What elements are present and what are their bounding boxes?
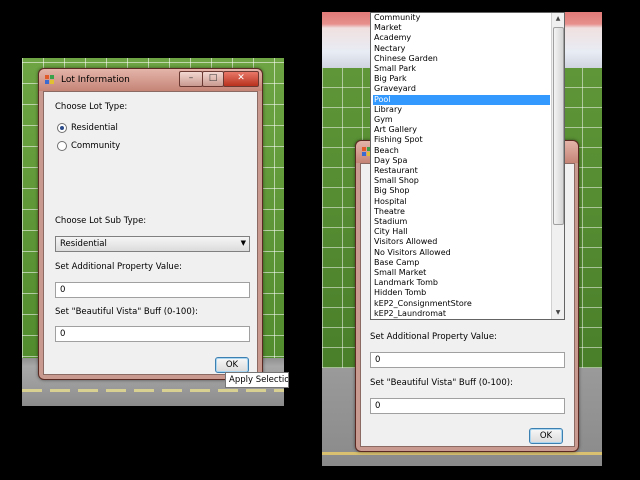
dropdown-item[interactable]: Community: [373, 13, 550, 23]
additional-value-label: Set Additional Property Value:: [55, 262, 182, 272]
dropdown-item[interactable]: Landmark Tomb: [373, 278, 550, 288]
dropdown-item[interactable]: Big Park: [373, 74, 550, 84]
scroll-down-icon[interactable]: ▼: [552, 307, 564, 319]
vista-buff-field[interactable]: 0: [370, 398, 565, 414]
scroll-up-icon[interactable]: ▲: [552, 13, 564, 25]
dropdown-item[interactable]: Day Spa: [373, 156, 550, 166]
sub-type-value: Residential: [60, 239, 107, 249]
choose-lot-type-label: Choose Lot Type:: [55, 102, 128, 112]
chevron-down-icon[interactable]: ▼: [241, 239, 246, 247]
dropdown-item[interactable]: Academy: [373, 33, 550, 43]
window-title: Lot Information: [61, 75, 130, 85]
dropdown-item[interactable]: Stadium: [373, 217, 550, 227]
dropdown-item[interactable]: Small Park: [373, 64, 550, 74]
dropdown-item[interactable]: No Visitors Allowed: [373, 248, 550, 258]
vista-buff-label: Set "Beautiful Vista" Buff (0-100):: [370, 378, 513, 388]
lot-information-window: Lot Information – □ ✕ Choose Lot Type: R…: [38, 68, 263, 380]
dropdown-item[interactable]: Base Camp: [373, 258, 550, 268]
vertical-scrollbar[interactable]: ▲ ▼: [551, 13, 564, 319]
radio-community-label[interactable]: Community: [71, 141, 120, 151]
additional-value-field[interactable]: 0: [55, 282, 250, 298]
dropdown-item[interactable]: City Hall: [373, 227, 550, 237]
close-icon[interactable]: ✕: [223, 71, 259, 87]
vista-buff-text: 0: [60, 329, 66, 339]
radio-community[interactable]: [57, 141, 67, 151]
dropdown-item[interactable]: kEP2_ConsignmentStore: [373, 299, 550, 309]
title-bar[interactable]: Lot Information – □ ✕: [39, 69, 262, 91]
dropdown-item[interactable]: Beach: [373, 146, 550, 156]
apply-selection-tooltip: Apply Selection: [225, 372, 289, 388]
minimize-icon[interactable]: –: [179, 71, 203, 87]
dropdown-item[interactable]: Pool: [373, 94, 550, 105]
road-marking: [22, 389, 284, 392]
ok-button[interactable]: OK: [215, 357, 249, 373]
additional-value-label: Set Additional Property Value:: [370, 332, 497, 342]
sub-type-dropdown-list[interactable]: Community Market Academy Nectary Chinese Gar…: [370, 12, 565, 320]
dropdown-item[interactable]: Graveyard: [373, 84, 550, 94]
dropdown-item[interactable]: Art Gallery: [373, 125, 550, 135]
app-icon: [45, 75, 55, 85]
sub-type-select[interactable]: Residential ▼: [55, 236, 250, 252]
dropdown-item[interactable]: Small Shop: [373, 176, 550, 186]
dialog-client-area: Choose Lot Type: Residential Community C…: [43, 91, 258, 375]
dropdown-item[interactable]: Small Market: [373, 268, 550, 278]
radio-residential-label[interactable]: Residential: [71, 123, 118, 133]
vista-buff-field[interactable]: 0: [55, 326, 250, 342]
dropdown-item[interactable]: Hidden Tomb: [373, 288, 550, 298]
ok-button[interactable]: OK: [529, 428, 563, 444]
dropdown-item[interactable]: Theatre: [373, 207, 550, 217]
dropdown-item[interactable]: Visitors Allowed: [373, 237, 550, 247]
dropdown-item[interactable]: Big Shop: [373, 186, 550, 196]
scroll-thumb[interactable]: [553, 27, 564, 225]
vista-buff-label: Set "Beautiful Vista" Buff (0-100):: [55, 307, 198, 317]
additional-value-text: 0: [60, 285, 66, 295]
dropdown-item[interactable]: Nectary: [373, 44, 550, 54]
dropdown-item[interactable]: Market: [373, 23, 550, 33]
maximize-icon[interactable]: □: [202, 71, 224, 87]
radio-residential[interactable]: [57, 123, 67, 133]
dropdown-item[interactable]: Library: [373, 105, 550, 115]
road-marking: [322, 452, 602, 455]
dropdown-item[interactable]: Hospital: [373, 197, 550, 207]
dropdown-item[interactable]: Chinese Garden: [373, 54, 550, 64]
dropdown-item[interactable]: Restaurant: [373, 166, 550, 176]
additional-value-field[interactable]: 0: [370, 352, 565, 368]
dropdown-item[interactable]: Gym: [373, 115, 550, 125]
vista-buff-text: 0: [375, 401, 381, 411]
choose-sub-type-label: Choose Lot Sub Type:: [55, 216, 147, 226]
dropdown-item[interactable]: kEP2_Laundromat: [373, 309, 550, 319]
additional-value-text: 0: [375, 355, 381, 365]
dropdown-item[interactable]: Fishing Spot: [373, 135, 550, 145]
